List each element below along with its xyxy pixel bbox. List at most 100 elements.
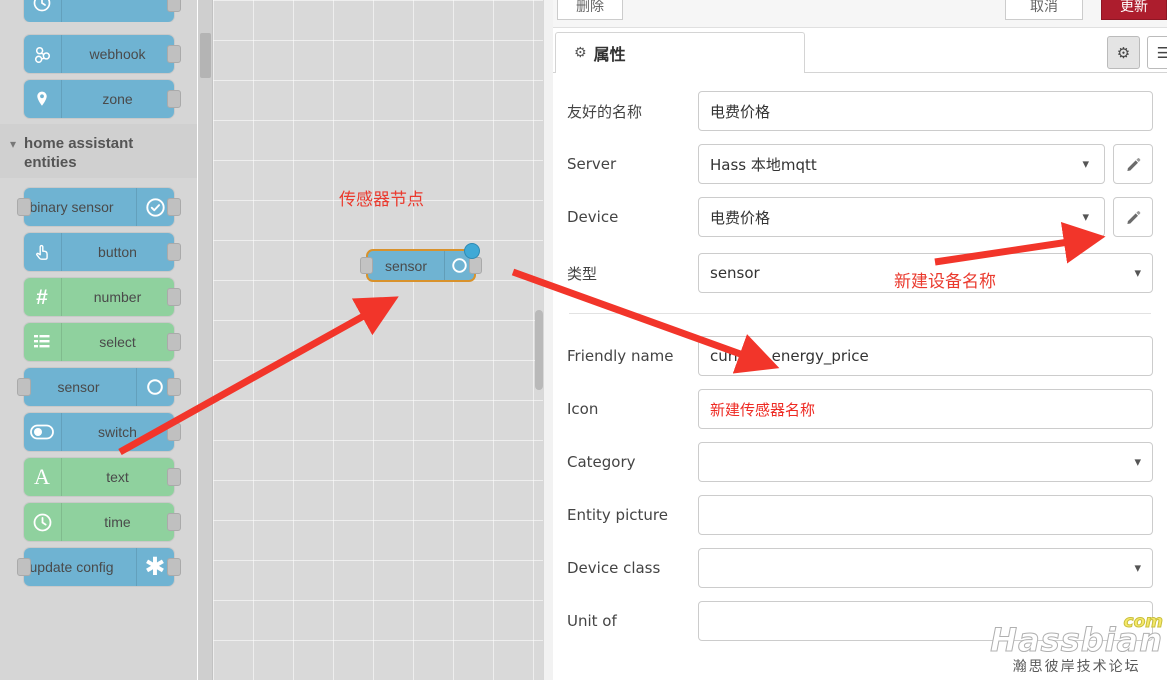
edit-device-button[interactable] [1113,197,1153,237]
field-label: Category [567,453,636,471]
field-control: ▾ [698,442,1167,482]
category-select[interactable] [698,442,1153,482]
form-divider [569,313,1151,314]
palette-scrollbar[interactable] [198,0,213,680]
unit-of-input[interactable] [698,601,1153,641]
delete-button[interactable]: 删除 [557,0,623,20]
palette-node-label: switch [98,424,137,441]
edit-panel-tabs: ⚙ 属性 ⚙ ☰ [553,28,1167,73]
palette-node-label: time [104,514,131,531]
field-label: 类型 [567,264,598,283]
field-label: Server [567,155,617,173]
palette-node-label: zone [102,91,133,107]
node-output-port[interactable] [166,0,181,12]
node-status-indicator [464,243,480,259]
device-class-select[interactable] [698,548,1153,588]
palette-node-label: number [93,289,142,306]
flow-node-label: sensor [384,257,428,274]
node-output-port[interactable] [166,468,181,487]
gear-icon: ⚙ [1116,44,1131,62]
pencil-icon [1126,157,1140,171]
palette-node-webhook[interactable]: webhook [23,35,181,73]
webhook-icon [24,35,62,73]
flow-canvas[interactable]: 传感器节点 sensor [213,0,543,680]
icon-input[interactable]: 新建传感器名称 [698,389,1153,429]
palette-node-partial[interactable] [0,0,197,22]
device-select[interactable]: 电费价格 [698,197,1105,237]
field-control [698,495,1167,535]
palette-node-binary-sensor[interactable]: binary sensor [16,188,181,227]
palette-node-label: update config [29,559,114,576]
field-control: Hass 本地mqtt ▾ [698,144,1167,184]
palette-node-number[interactable]: # number [23,278,181,317]
field-control [698,601,1167,641]
node-output-port[interactable] [166,90,181,108]
palette-node-switch[interactable]: switch [23,413,181,452]
clock-icon [24,0,62,22]
node-output-port[interactable] [166,198,181,217]
gear-icon-button[interactable]: ⚙ [1107,36,1140,69]
tab-properties-label: 属性 [593,45,626,64]
palette-node-label: select [99,334,136,351]
node-output-port[interactable] [166,513,181,532]
field-control: 新建传感器名称 [698,389,1167,429]
cancel-button[interactable]: 取消 [1005,0,1083,20]
list-icon-button[interactable]: ☰ [1147,36,1167,69]
node-output-port[interactable] [166,423,181,442]
letter-a-icon: A [24,458,62,497]
form-row-unit-of: Unit of [553,601,1167,641]
hand-pointer-icon [24,233,62,272]
palette-category-header[interactable]: ▾ home assistant entities [0,124,197,179]
field-control: current_energy_price [698,336,1167,376]
annotation-sensor-node: 传感器节点 [339,190,424,210]
flow-node-sensor[interactable]: sensor [360,243,482,282]
canvas-scrollbar[interactable] [535,310,543,390]
palette-scrollbar-thumb[interactable] [200,33,211,78]
friendly-name-input[interactable]: current_energy_price [698,336,1153,376]
node-input-port[interactable] [16,378,31,397]
palette-node-zone[interactable]: zone [23,80,181,118]
hash-icon: # [24,278,62,317]
form-row-category: Category ▾ [553,442,1167,482]
node-output-port[interactable] [166,558,181,577]
palette-node-label: sensor [57,379,100,396]
palette-node-update-config[interactable]: update config ✱ [16,548,181,587]
annotation-new-device-name: 新建设备名称 [894,272,996,292]
friendly-name-cn-input[interactable]: 电费价格 [698,91,1153,131]
server-select[interactable]: Hass 本地mqtt [698,144,1105,184]
list-icon [24,323,62,362]
palette-node-time[interactable]: time [23,503,181,542]
gear-icon: ⚙ [574,45,587,61]
node-output-port[interactable] [469,257,482,274]
node-input-port[interactable] [16,558,31,577]
node-output-port[interactable] [166,378,181,397]
form-row-entity-picture: Entity picture [553,495,1167,535]
palette-node-select[interactable]: select [23,323,181,362]
edit-panel-form: 友好的名称 电费价格 Server Hass 本地mqtt ▾ Device 电… [553,73,1167,641]
node-input-port[interactable] [16,198,31,217]
canvas-panel-divider [543,0,553,680]
node-input-port[interactable] [360,257,373,274]
entity-picture-input[interactable] [698,495,1153,535]
field-label: 友好的名称 [567,102,643,121]
palette-node-sensor[interactable]: sensor [16,368,181,407]
palette-node-button[interactable]: button [23,233,181,272]
palette-node[interactable] [23,0,181,22]
field-control: 电费价格 [698,91,1167,131]
palette-group-partial [0,0,197,28]
node-output-port[interactable] [166,333,181,352]
clock-icon [24,503,62,542]
node-output-port[interactable] [166,45,181,63]
chevron-down-icon: ▾ [10,137,17,151]
tab-properties[interactable]: ⚙ 属性 [555,32,805,73]
node-output-port[interactable] [166,288,181,307]
edit-server-button[interactable] [1113,144,1153,184]
form-row-friendly-name: Friendly name current_energy_price [553,336,1167,376]
node-edit-panel: 删除 取消 更新 ⚙ 属性 ⚙ ☰ 友好的名称 电费价格 Server Hass… [553,0,1167,680]
update-button[interactable]: 更新 [1101,0,1167,20]
palette-node-text[interactable]: A text [23,458,181,497]
node-palette[interactable]: webhook zone ▾ home assistant entities b… [0,0,197,680]
form-row-device-class: Device class ▾ [553,548,1167,588]
node-output-port[interactable] [166,243,181,262]
edit-panel-toolbar: 删除 取消 更新 [553,0,1167,28]
